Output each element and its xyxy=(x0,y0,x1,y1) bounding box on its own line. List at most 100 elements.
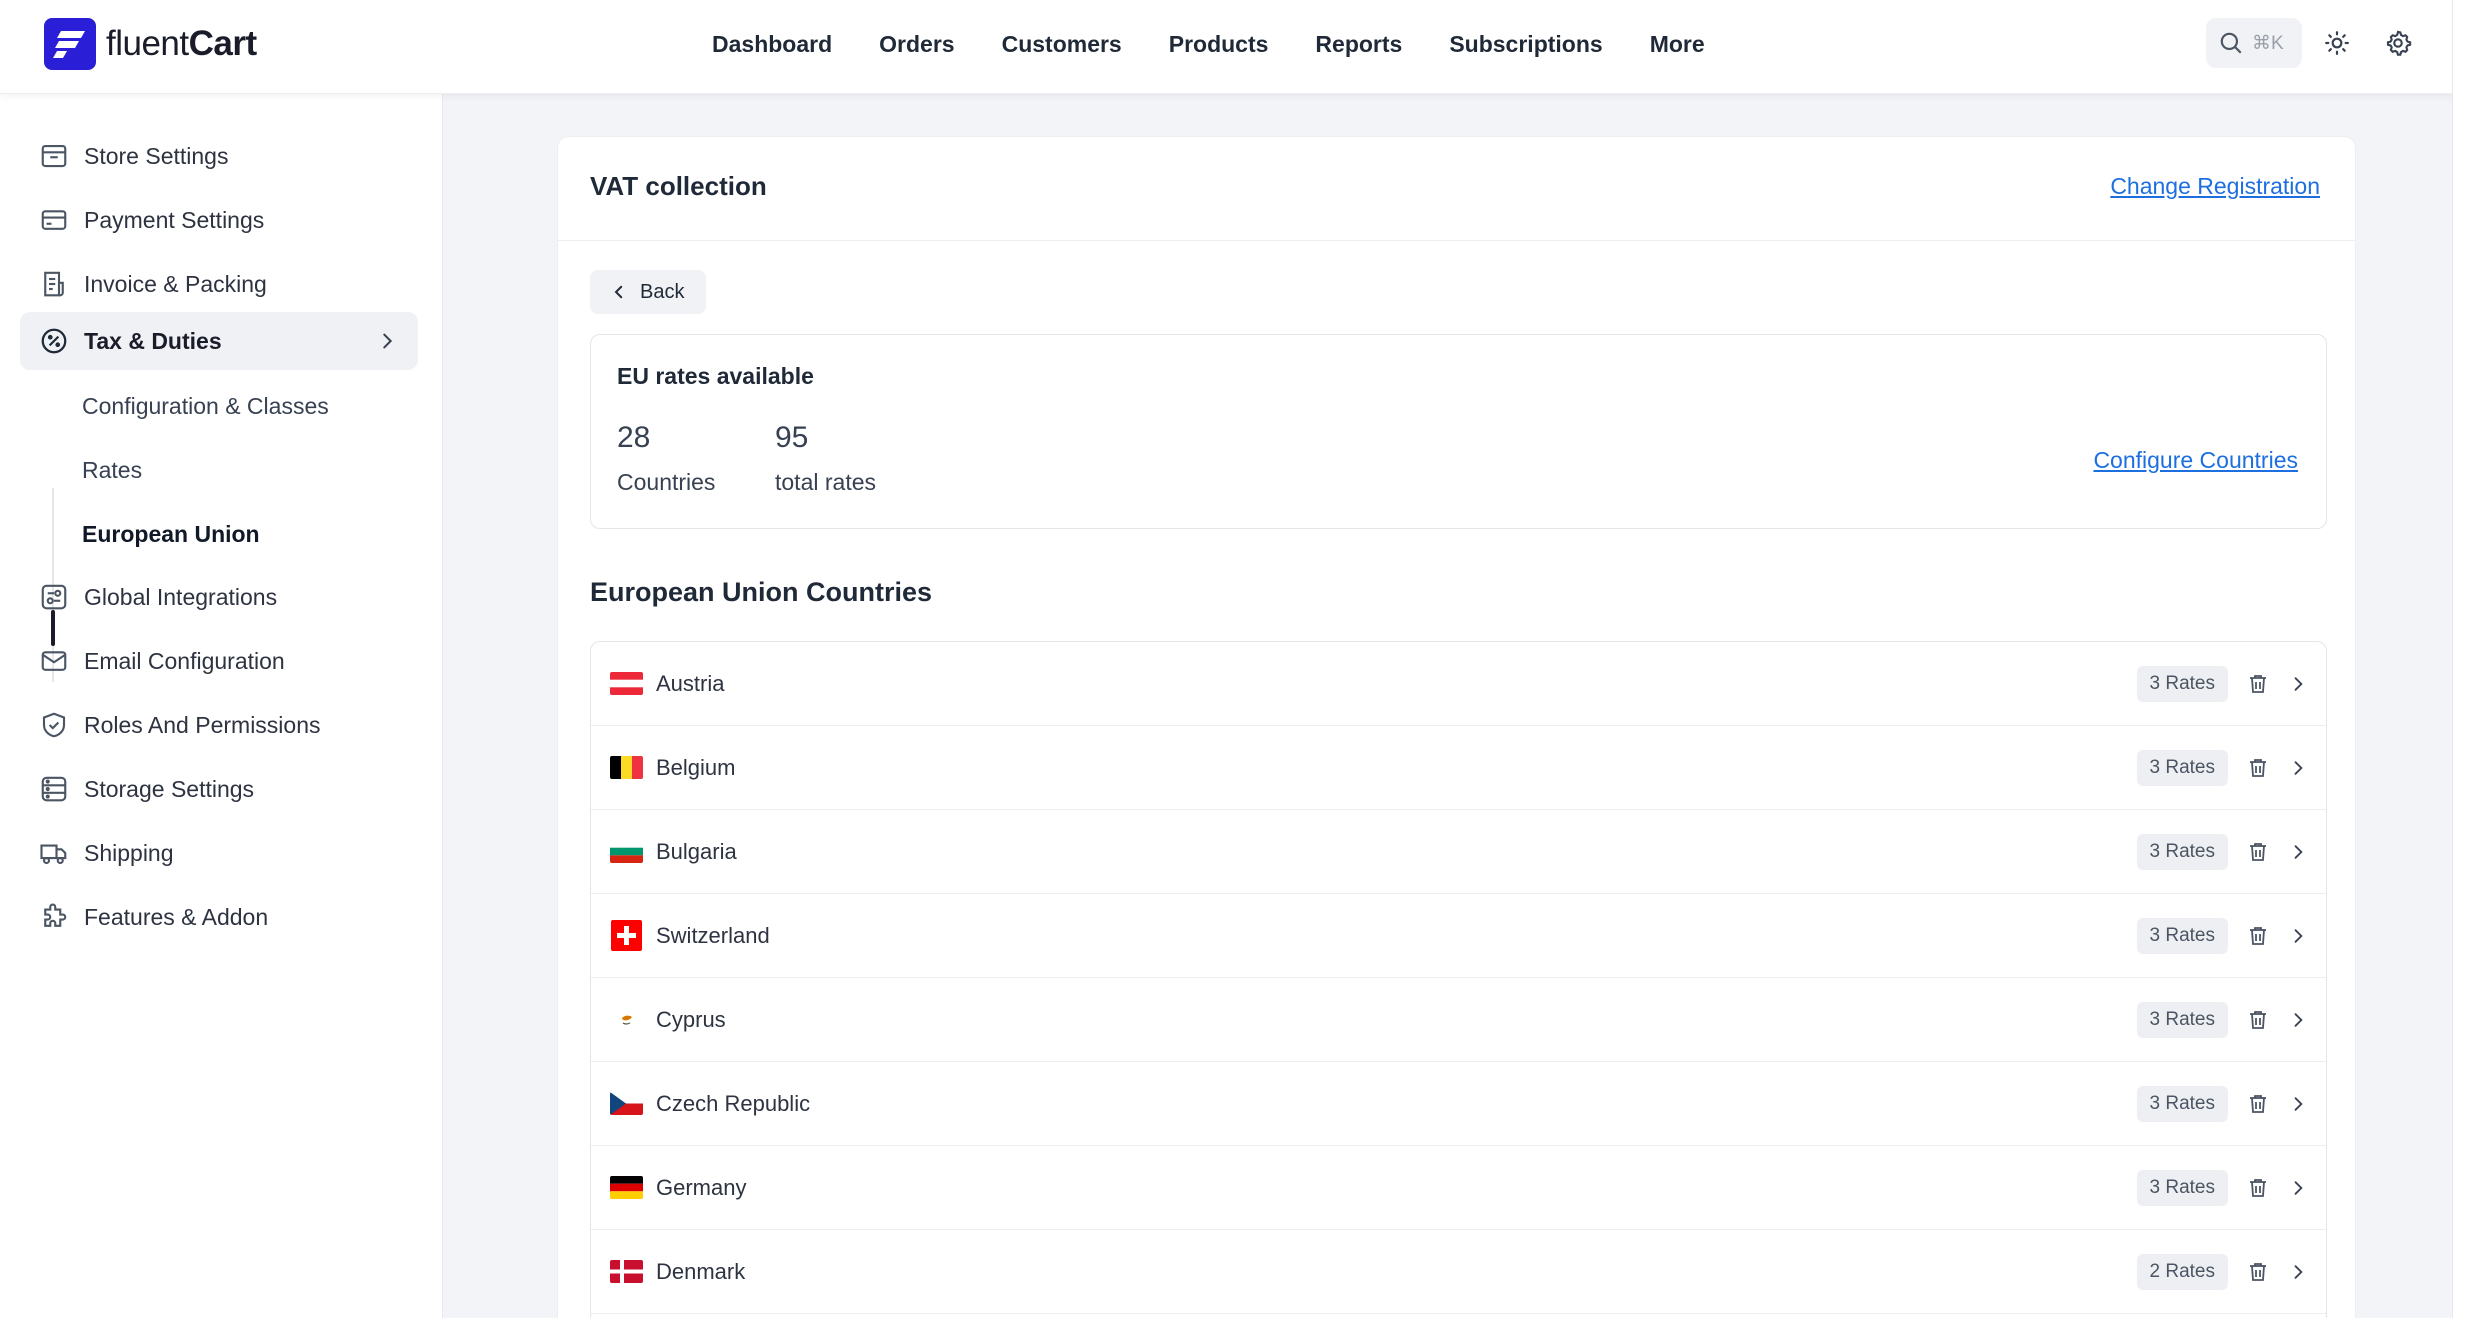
theme-toggle-button[interactable] xyxy=(2316,22,2358,64)
trash-icon[interactable] xyxy=(2244,1090,2272,1118)
percent-icon xyxy=(38,325,70,357)
country-row-denmark[interactable]: Denmark 2 Rates xyxy=(591,1230,2326,1314)
trash-icon[interactable] xyxy=(2244,838,2272,866)
rates-badge: 3 Rates xyxy=(2136,1001,2228,1038)
sun-icon xyxy=(2325,31,2349,55)
sidebar-item-payment-settings[interactable]: Payment Settings xyxy=(20,191,418,249)
country-name: Belgium xyxy=(656,754,736,780)
sidebar-item-label: Payment Settings xyxy=(84,206,265,233)
shield-check-icon xyxy=(38,709,70,741)
gear-icon xyxy=(2386,30,2412,56)
configure-countries-link[interactable]: Configure Countries xyxy=(2093,447,2298,474)
rates-badge: 3 Rates xyxy=(2136,1085,2228,1122)
rates-badge: 3 Rates xyxy=(2136,833,2228,870)
rates-badge: 3 Rates xyxy=(2136,749,2228,786)
sidebar-item-label: Storage Settings xyxy=(84,775,255,802)
sidebar-item-storage-settings[interactable]: Storage Settings xyxy=(20,760,418,818)
flag-czech-republic-icon xyxy=(610,1092,643,1115)
country-row-belgium[interactable]: Belgium 3 Rates xyxy=(591,726,2326,810)
flag-denmark-icon xyxy=(610,1260,643,1283)
chevron-right-icon[interactable] xyxy=(2286,838,2310,866)
flag-belgium-icon xyxy=(610,756,643,779)
chevron-right-icon[interactable] xyxy=(2286,1174,2310,1202)
trash-icon[interactable] xyxy=(2244,1174,2272,1202)
nav-reports[interactable]: Reports xyxy=(1315,31,1402,58)
integrations-icon xyxy=(38,581,70,613)
section-title: European Union Countries xyxy=(590,577,933,607)
page-scrollbar[interactable] xyxy=(2452,0,2472,1318)
sidebar-item-label: Shipping xyxy=(84,839,174,866)
country-name: Bulgaria xyxy=(656,838,737,864)
chevron-right-icon[interactable] xyxy=(2286,1090,2310,1118)
sidebar-item-shipping[interactable]: Shipping xyxy=(20,824,418,882)
rates-badge: 3 Rates xyxy=(2136,917,2228,954)
sidebar-subitem-european-union[interactable]: European Union xyxy=(82,514,260,554)
sidebar-item-email-configuration[interactable]: Email Configuration xyxy=(20,632,418,690)
country-name: Czech Republic xyxy=(656,1090,811,1116)
country-row-austria[interactable]: Austria 3 Rates xyxy=(591,642,2326,726)
search-button[interactable]: ⌘K xyxy=(2206,18,2302,68)
store-icon xyxy=(38,140,70,172)
flag-cyprus-icon xyxy=(610,1008,643,1031)
country-row-czech-republic[interactable]: Czech Republic 3 Rates xyxy=(591,1062,2326,1146)
nav-products[interactable]: Products xyxy=(1169,31,1269,58)
sidebar-item-roles-permissions[interactable]: Roles And Permissions xyxy=(20,696,418,754)
trash-icon[interactable] xyxy=(2244,922,2272,950)
sidebar-item-label: Tax & Duties xyxy=(84,327,222,354)
nav-orders[interactable]: Orders xyxy=(879,31,954,58)
flag-bulgaria-icon xyxy=(610,840,643,863)
nav-subscriptions[interactable]: Subscriptions xyxy=(1449,31,1602,58)
sidebar-item-global-integrations[interactable]: Global Integrations xyxy=(20,568,418,626)
chevron-right-icon[interactable] xyxy=(2286,1258,2310,1286)
country-row-germany[interactable]: Germany 3 Rates xyxy=(591,1146,2326,1230)
country-row-switzerland[interactable]: Switzerland 3 Rates xyxy=(591,894,2326,978)
country-row-bulgaria[interactable]: Bulgaria 3 Rates xyxy=(591,810,2326,894)
brand-name: fluentCart xyxy=(106,24,257,63)
sidebar-item-invoice-packing[interactable]: Invoice & Packing xyxy=(20,255,418,313)
page-title: VAT collection xyxy=(590,171,767,201)
eu-rates-summary: EU rates available 28 Countries 95 total… xyxy=(590,334,2327,529)
country-list: Austria 3 Rates Belgium 3 Rates Bulgaria… xyxy=(590,641,2327,1318)
country-name: Cyprus xyxy=(656,1006,726,1032)
sidebar-item-label: Email Configuration xyxy=(84,647,285,674)
sidebar-item-label: Roles And Permissions xyxy=(84,711,321,738)
country-name: Austria xyxy=(656,670,725,696)
trash-icon[interactable] xyxy=(2244,1006,2272,1034)
chevron-left-icon xyxy=(614,285,623,299)
invoice-icon xyxy=(38,268,70,300)
main-nav: Dashboard Orders Customers Products Repo… xyxy=(712,0,1705,88)
rates-count: 95 xyxy=(775,421,809,454)
storage-icon xyxy=(38,773,70,805)
country-row-cyprus[interactable]: Cyprus 3 Rates xyxy=(591,978,2326,1062)
sidebar-subitem-rates[interactable]: Rates xyxy=(82,450,142,490)
rates-badge: 3 Rates xyxy=(2136,1169,2228,1206)
trash-icon[interactable] xyxy=(2244,1258,2272,1286)
chevron-right-icon[interactable] xyxy=(2286,754,2310,782)
search-icon xyxy=(2220,32,2242,54)
sidebar-item-tax-duties[interactable]: Tax & Duties xyxy=(20,312,418,370)
nav-customers[interactable]: Customers xyxy=(1002,31,1122,58)
brand-logo[interactable]: fluentCart xyxy=(44,18,257,70)
chevron-right-icon[interactable] xyxy=(2286,922,2310,950)
chevron-right-icon[interactable] xyxy=(2286,1006,2310,1034)
nav-dashboard[interactable]: Dashboard xyxy=(712,31,832,58)
sidebar-item-label: Global Integrations xyxy=(84,583,278,610)
back-button[interactable]: Back xyxy=(590,270,706,314)
settings-button[interactable] xyxy=(2377,22,2419,64)
countries-count: 28 xyxy=(617,421,651,454)
country-name: Switzerland xyxy=(656,922,770,948)
sidebar-item-store-settings[interactable]: Store Settings xyxy=(20,127,418,185)
trash-icon[interactable] xyxy=(2244,670,2272,698)
sidebar-item-label: Features & Addon xyxy=(84,903,269,930)
sidebar-subitem-configuration-classes[interactable]: Configuration & Classes xyxy=(82,386,329,426)
trash-icon[interactable] xyxy=(2244,754,2272,782)
rates-label: total rates xyxy=(775,469,876,495)
sidebar-item-label: Store Settings xyxy=(84,142,229,169)
chevron-right-icon[interactable] xyxy=(2286,670,2310,698)
top-bar: fluentCart Dashboard Orders Customers Pr… xyxy=(0,0,2472,94)
sidebar-item-features-addon[interactable]: Features & Addon xyxy=(20,888,418,946)
fluentcart-logo-icon xyxy=(44,18,96,70)
nav-more[interactable]: More xyxy=(1650,31,1705,58)
change-registration-link[interactable]: Change Registration xyxy=(2110,173,2320,200)
flag-germany-icon xyxy=(610,1176,643,1199)
